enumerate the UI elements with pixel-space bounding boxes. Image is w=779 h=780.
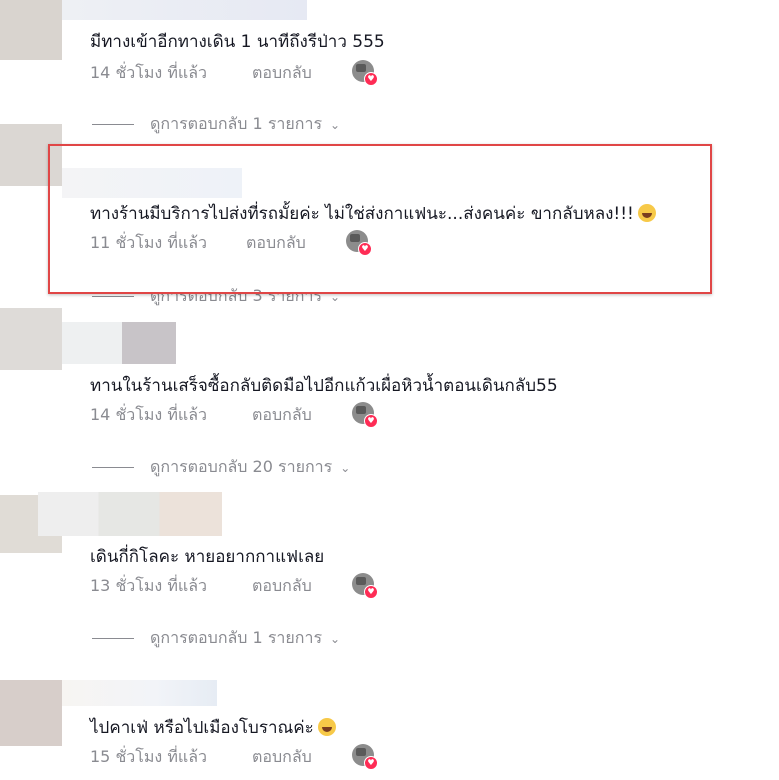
comment-text: เดินกี่กิโลคะ หายอยากกาแฟเลย bbox=[90, 547, 325, 567]
comment-meta: 13 ชั่วโมง ที่แล้ว ตอบกลับ bbox=[90, 574, 312, 599]
reply-button[interactable]: ตอบกลับ bbox=[252, 745, 312, 770]
highlight-box bbox=[48, 144, 712, 294]
comment-meta: 14 ชั่วโมง ที่แล้ว ตอบกลับ bbox=[90, 403, 312, 428]
creator-liked-icon: ♥ bbox=[352, 60, 378, 86]
username-redacted bbox=[62, 0, 307, 20]
avatar[interactable] bbox=[0, 308, 62, 370]
reply-button[interactable]: ตอบกลับ bbox=[252, 403, 312, 428]
username-redacted bbox=[62, 680, 217, 706]
comment-meta: 14 ชั่วโมง ที่แล้ว ตอบกลับ bbox=[90, 61, 312, 86]
comment-meta: 15 ชั่วโมง ที่แล้ว ตอบกลับ bbox=[90, 745, 312, 770]
divider-line bbox=[92, 638, 134, 639]
view-replies-button[interactable]: ดูการตอบกลับ 1 รายการ ⌄ bbox=[92, 112, 340, 137]
avatar[interactable] bbox=[0, 680, 62, 746]
divider-line bbox=[92, 296, 134, 297]
creator-liked-icon: ♥ bbox=[352, 744, 378, 770]
chevron-down-icon: ⌄ bbox=[340, 460, 351, 475]
heart-icon: ♥ bbox=[364, 72, 378, 86]
comment-text: ทานในร้านเสร็จซื้อกลับติดมือไปอีกแก้วเผื… bbox=[90, 376, 558, 396]
comment-time: 13 ชั่วโมง ที่แล้ว bbox=[90, 576, 207, 595]
reply-button[interactable]: ตอบกลับ bbox=[252, 574, 312, 599]
comment-time: 14 ชั่วโมง ที่แล้ว bbox=[90, 63, 207, 82]
view-replies-button[interactable]: ดูการตอบกลับ 1 รายการ ⌄ bbox=[92, 626, 340, 651]
comment-text-body: ไปคาเฟ่ หรือไปเมืองโบราณค่ะ bbox=[90, 718, 314, 738]
divider-line bbox=[92, 124, 134, 125]
grinning-sweat-emoji-icon bbox=[317, 718, 336, 736]
username-redacted bbox=[38, 492, 222, 536]
comment-time: 14 ชั่วโมง ที่แล้ว bbox=[90, 405, 207, 424]
creator-liked-icon: ♥ bbox=[352, 402, 378, 428]
chevron-down-icon: ⌄ bbox=[330, 631, 341, 646]
heart-icon: ♥ bbox=[364, 414, 378, 428]
view-replies-button[interactable]: ดูการตอบกลับ 20 รายการ ⌄ bbox=[92, 455, 350, 480]
comment-time: 15 ชั่วโมง ที่แล้ว bbox=[90, 747, 207, 766]
creator-liked-icon: ♥ bbox=[352, 573, 378, 599]
username-redacted bbox=[62, 322, 122, 364]
comment-text: ไปคาเฟ่ หรือไปเมืองโบราณค่ะ bbox=[90, 714, 336, 741]
divider-line bbox=[92, 467, 134, 468]
avatar[interactable] bbox=[0, 0, 62, 60]
comment-text: มีทางเข้าอีกทางเดิน 1 นาทีถึงรีป่าว 555 bbox=[90, 32, 385, 52]
chevron-down-icon: ⌄ bbox=[330, 117, 341, 132]
view-replies-label: ดูการตอบกลับ 1 รายการ bbox=[150, 114, 323, 133]
heart-icon: ♥ bbox=[364, 585, 378, 599]
heart-icon: ♥ bbox=[364, 756, 378, 770]
username-redacted bbox=[122, 322, 176, 364]
reply-button[interactable]: ตอบกลับ bbox=[252, 61, 312, 86]
view-replies-label: ดูการตอบกลับ 1 รายการ bbox=[150, 628, 323, 647]
view-replies-label: ดูการตอบกลับ 20 รายการ bbox=[150, 457, 333, 476]
